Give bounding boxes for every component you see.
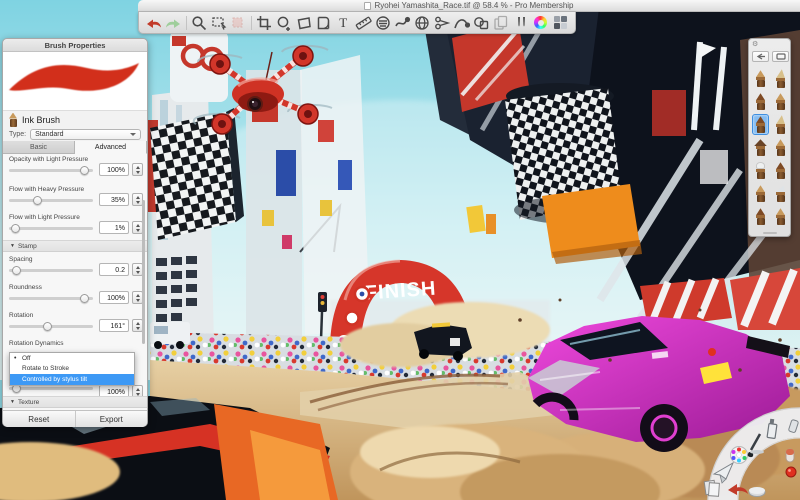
type-label: Type:	[9, 131, 27, 138]
color-wheel-icon[interactable]	[730, 446, 748, 464]
color-sample-red[interactable]	[785, 466, 797, 478]
zoom-icon[interactable]	[190, 14, 209, 32]
frame-button[interactable]	[772, 51, 789, 62]
menu-option-off[interactable]: • Off	[10, 353, 134, 364]
section-stamp[interactable]: ▼ Stamp	[3, 240, 147, 252]
brush-stroke-preview	[3, 52, 147, 111]
document-proxy-icon	[364, 1, 372, 10]
app-window: FINISH Ryohei Yamashita_Race.tif @ 58.4 …	[0, 0, 800, 500]
brush-stub-tip[interactable]	[752, 206, 769, 227]
brush-pointed-tip[interactable]	[772, 68, 789, 89]
redo-icon[interactable]	[164, 14, 183, 32]
corner-tool-pod	[703, 407, 800, 500]
panel-title[interactable]: Brush Properties	[3, 39, 147, 52]
color-sample-highlight	[788, 469, 791, 472]
menu-option-rotate-to-stroke[interactable]: Rotate to Stroke	[10, 364, 134, 375]
brush-picker-icon[interactable]	[512, 14, 531, 32]
window-titlebar[interactable]: Ryohei Yamashita_Race.tif @ 58.4 % - Pro…	[138, 0, 800, 12]
canvas-flip-icon[interactable]	[314, 14, 333, 32]
polygon-select-icon[interactable]	[294, 14, 313, 32]
symmetry-icon[interactable]	[433, 14, 452, 32]
opacity-light-value[interactable]: 100%	[99, 163, 129, 176]
toolbar-separator	[250, 15, 252, 30]
spacing-slider[interactable]	[9, 265, 93, 275]
undo-icon[interactable]	[144, 14, 163, 32]
brush-feather-tip[interactable]	[772, 114, 789, 135]
section-texture[interactable]: ▼ Texture	[3, 396, 147, 408]
eraser-icon[interactable]	[748, 487, 766, 497]
flow-light-slider[interactable]	[9, 223, 93, 233]
swatches-icon[interactable]	[551, 14, 570, 32]
panel-body: Opacity with Light Pressure 100% Flow wi…	[3, 154, 147, 427]
tracing-icon[interactable]	[492, 14, 511, 32]
crop-icon[interactable]	[255, 14, 274, 32]
move-circle-icon[interactable]	[275, 14, 294, 32]
ruler-icon[interactable]	[354, 14, 373, 32]
brush-round-tip[interactable]	[772, 91, 789, 112]
opacity-light-stepper[interactable]	[132, 163, 143, 176]
shapes-icon[interactable]	[472, 14, 491, 32]
color-wheel-icon[interactable]	[532, 14, 551, 32]
select-marquee-icon[interactable]	[209, 14, 228, 32]
export-button[interactable]: Export	[76, 411, 148, 427]
brush-fan[interactable]	[752, 137, 769, 158]
brush-marker-tip[interactable]	[752, 91, 769, 112]
main-toolbar: T	[138, 12, 576, 34]
spacing-value[interactable]: 0.2	[99, 263, 129, 276]
rotation-value[interactable]: 161°	[99, 319, 129, 332]
rotation-slider[interactable]	[9, 321, 93, 331]
chevron-down-icon	[130, 133, 136, 136]
panel-resize-handle[interactable]	[763, 231, 777, 234]
brush-picker-panel: ⚙	[748, 38, 791, 237]
rotation-dynamics-menu: • Off Rotate to Stroke Controlled by sty…	[9, 352, 135, 386]
brush-glass-pen[interactable]	[752, 160, 769, 181]
toolbar-separator	[185, 15, 187, 30]
stroke-curve-icon[interactable]	[452, 14, 471, 32]
pages-icon[interactable]	[703, 479, 720, 497]
flow-light-value[interactable]: 1%	[99, 221, 129, 234]
brush-flat-tip[interactable]	[752, 183, 769, 204]
brush-palette-knife[interactable]	[772, 183, 789, 204]
stencil-icon[interactable]	[373, 14, 392, 32]
type-select[interactable]: Standard	[30, 129, 141, 140]
panel-scrollbar[interactable]	[141, 200, 145, 344]
tab-basic[interactable]: Basic	[3, 141, 75, 153]
opacity-light-slider[interactable]	[9, 165, 93, 175]
hidden-slider[interactable]	[9, 383, 93, 393]
brush-liner-tip[interactable]	[772, 137, 789, 158]
transform-selection-icon[interactable]	[229, 14, 248, 32]
roundness-value[interactable]: 100%	[99, 291, 129, 304]
sphere-icon[interactable]	[413, 14, 432, 32]
flow-heavy-value[interactable]: 35%	[99, 193, 129, 206]
window-title: Ryohei Yamashita_Race.tif @ 58.4 % - Pro…	[374, 1, 574, 10]
flow-heavy-slider[interactable]	[9, 195, 93, 205]
color-sample-capsule[interactable]	[785, 448, 795, 463]
back-arrow-button[interactable]	[752, 51, 769, 62]
brush-properties-panel: Brush Properties Ink Brush Type: Standar…	[2, 38, 148, 427]
tab-advanced[interactable]: Advanced	[75, 141, 147, 154]
reset-button[interactable]: Reset	[3, 411, 76, 427]
brush-round-tip-2[interactable]	[772, 160, 789, 181]
brush-chisel-tip[interactable]	[772, 206, 789, 227]
gear-icon[interactable]: ⚙	[752, 40, 758, 48]
menu-option-stylus-tilt[interactable]: Controlled by stylus tilt	[10, 374, 134, 385]
brush-name: Ink Brush	[22, 114, 61, 125]
roundness-slider[interactable]	[9, 293, 93, 303]
brush-ink-tip[interactable]	[752, 68, 769, 89]
brush-ink-brush-selected[interactable]	[752, 114, 769, 135]
ribbon-icon[interactable]	[393, 14, 412, 32]
selected-mark: •	[14, 354, 17, 362]
brush-tip-icon	[9, 112, 17, 127]
brush-grid	[752, 68, 789, 227]
text-icon[interactable]: T	[334, 14, 353, 32]
